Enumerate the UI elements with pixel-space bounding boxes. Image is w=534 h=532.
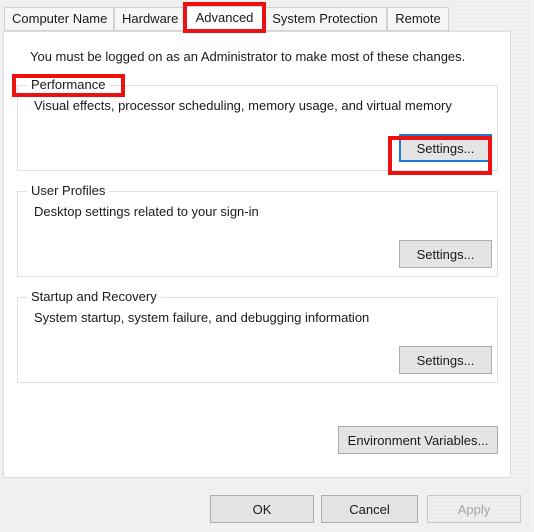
button-label: Settings...: [416, 140, 475, 156]
advanced-tab-panel: You must be logged on as an Administrato…: [3, 31, 511, 478]
user-profiles-group-label: User Profiles: [27, 183, 110, 198]
cancel-button[interactable]: Cancel: [321, 495, 418, 523]
startup-recovery-group: Startup and Recovery System startup, sys…: [17, 289, 498, 383]
ok-button[interactable]: OK: [210, 495, 314, 523]
user-profiles-description: Desktop settings related to your sign-in: [34, 204, 259, 219]
button-label: Settings...: [416, 246, 475, 262]
startup-recovery-settings-button[interactable]: Settings...: [399, 346, 492, 374]
tab-label: Advanced: [195, 10, 254, 25]
user-profiles-group: User Profiles Desktop settings related t…: [17, 183, 498, 277]
tab-computer-name[interactable]: Computer Name: [4, 7, 114, 31]
system-properties-dialog: Computer Name Hardware Advanced System P…: [0, 0, 534, 532]
tab-advanced[interactable]: Advanced: [186, 6, 263, 31]
performance-description: Visual effects, processor scheduling, me…: [34, 98, 452, 113]
tab-strip: Computer Name Hardware Advanced System P…: [0, 0, 534, 32]
button-label: Environment Variables...: [347, 432, 489, 448]
tab-label: System Protection: [272, 11, 378, 26]
performance-group: Performance Visual effects, processor sc…: [17, 77, 498, 171]
button-label: Cancel: [349, 501, 390, 517]
button-label: Apply: [457, 501, 491, 517]
startup-recovery-group-label: Startup and Recovery: [27, 289, 161, 304]
performance-settings-button[interactable]: Settings...: [399, 134, 492, 162]
button-label: Settings...: [416, 352, 475, 368]
button-label: OK: [252, 501, 272, 517]
tab-hardware[interactable]: Hardware: [114, 7, 186, 31]
tab-remote[interactable]: Remote: [387, 7, 449, 31]
startup-recovery-description: System startup, system failure, and debu…: [34, 310, 370, 325]
performance-group-label: Performance: [27, 77, 110, 92]
tab-label: Remote: [395, 11, 441, 26]
tab-system-protection[interactable]: System Protection: [263, 7, 387, 31]
tab-label: Computer Name: [12, 11, 108, 26]
administrator-notice: You must be logged on as an Administrato…: [30, 49, 466, 64]
tab-label: Hardware: [122, 11, 179, 26]
dialog-footer: OK Cancel Apply: [0, 479, 534, 532]
user-profiles-settings-button[interactable]: Settings...: [399, 240, 492, 268]
environment-variables-button[interactable]: Environment Variables...: [338, 426, 498, 454]
apply-button: Apply: [427, 495, 521, 523]
